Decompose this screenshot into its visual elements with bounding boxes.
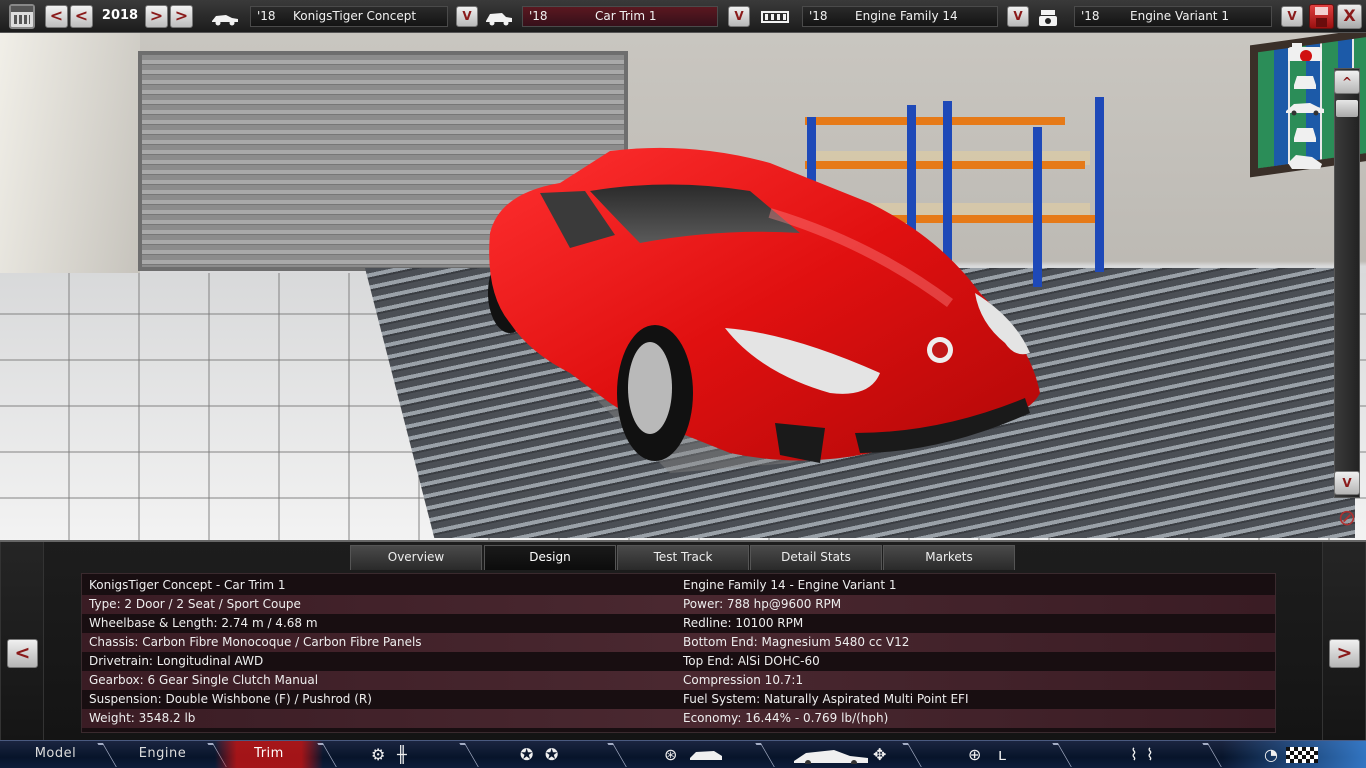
engine-family-name: Engine Family 14 (855, 9, 958, 23)
info-row: Weight: 3548.2 lb Economy: 16.44% - 0.76… (82, 709, 1275, 728)
engine-variant-selector[interactable]: '18 Engine Variant 1 (1074, 6, 1272, 27)
nav-trim[interactable]: Trim (215, 741, 323, 768)
seat-icon[interactable]: ʟ (998, 746, 1006, 764)
chassis-icon[interactable]: ⊛ (664, 746, 677, 764)
car-side-view-icon[interactable] (1284, 97, 1326, 117)
calendar-icon[interactable] (9, 4, 35, 29)
left-side-column: < (0, 542, 44, 740)
economy: Economy: 16.44% - 0.769 lb/(hph) (683, 711, 889, 725)
tab-design[interactable]: Design (484, 545, 616, 570)
car-type: Type: 2 Door / 2 Seat / Sport Coupe (89, 597, 301, 611)
right-side-column: > (1322, 542, 1366, 740)
engine-variant-name: Engine Variant 1 (1130, 9, 1229, 23)
engine-family-icon (761, 11, 789, 23)
engine-variant-year: '18 (1081, 9, 1100, 23)
model-dropdown-button[interactable]: V (456, 6, 478, 27)
engine-summary: Engine Family 14 - Engine Variant 1 (683, 578, 897, 592)
wheel-icon[interactable]: ✪ (520, 746, 533, 764)
year-back-fast-button[interactable]: < (45, 5, 68, 28)
suspension: Suspension: Double Wishbone (F) / Pushro… (89, 692, 372, 706)
tab-test-track[interactable]: Test Track (617, 545, 749, 570)
chassis: Chassis: Carbon Fibre Monocoque / Carbon… (89, 635, 422, 649)
model-selector[interactable]: '18 KonigsTiger Concept (250, 6, 448, 27)
info-row: KonigsTiger Concept - Car Trim 1 Engine … (82, 576, 1275, 595)
car-model-icon (212, 15, 238, 26)
car-model (488, 147, 1041, 473)
info-row: Drivetrain: Longitudinal AWD Top End: Al… (82, 652, 1275, 671)
save-icon[interactable] (1309, 4, 1334, 29)
fuel-system: Fuel System: Naturally Aspirated Multi P… (683, 692, 969, 706)
finish-flag-icon[interactable] (1286, 747, 1318, 765)
panel-prev-button[interactable]: < (7, 639, 38, 668)
engine-family-selector[interactable]: '18 Engine Family 14 (802, 6, 998, 27)
year-display: 2018 (101, 8, 139, 23)
info-row: Wheelbase & Length: 2.74 m / 4.68 m Redl… (82, 614, 1275, 633)
model-name: KonigsTiger Concept (293, 9, 417, 23)
info-row: Type: 2 Door / 2 Seat / Sport Coupe Powe… (82, 595, 1275, 614)
drivetrain: Drivetrain: Longitudinal AWD (89, 654, 264, 668)
top-end: Top End: AlSi DOHC-60 (683, 654, 820, 668)
car-trim-icon (486, 13, 512, 26)
hide-hud-icon[interactable]: ⊘ (1332, 507, 1362, 531)
info-panel: < > Overview Design Test Track Detail St… (0, 540, 1366, 740)
year-back-button[interactable]: < (70, 5, 93, 28)
gauge-icon[interactable]: ◔ (1264, 746, 1278, 764)
camera-icon[interactable] (1284, 41, 1326, 61)
engine-variant-dropdown-button[interactable]: V (1281, 6, 1303, 27)
scroll-thumb[interactable] (1336, 100, 1358, 117)
engine-redline: Redline: 10100 RPM (683, 616, 804, 630)
car-angle-view-icon[interactable] (1284, 151, 1326, 171)
tab-markets[interactable]: Markets (883, 545, 1015, 570)
steering-wheel-icon[interactable]: ⊕ (968, 746, 981, 764)
compression: Compression 10.7:1 (683, 673, 804, 687)
tab-detail-stats[interactable]: Detail Stats (750, 545, 882, 570)
car-rear-view-icon[interactable] (1284, 124, 1326, 144)
top-toolbar: < < 2018 > > '18 KonigsTiger Concept V '… (0, 0, 1366, 33)
trim-name: Car Trim 1 (595, 9, 657, 23)
view-scrollbar[interactable] (1334, 68, 1360, 498)
scroll-up-button[interactable]: ^ (1334, 70, 1360, 94)
suspension-icon[interactable]: ⌇ (1130, 746, 1138, 764)
bottom-end: Bottom End: Magnesium 5480 cc V12 (683, 635, 910, 649)
gearbox: Gearbox: 6 Gear Single Clutch Manual (89, 673, 319, 687)
car-side-icon[interactable] (792, 746, 870, 764)
fan-icon[interactable]: ✥ (873, 746, 886, 764)
trim-selector[interactable]: '18 Car Trim 1 (522, 6, 718, 27)
info-row: Suspension: Double Wishbone (F) / Pushro… (82, 690, 1275, 709)
shock-icon[interactable]: ⌇ (1146, 746, 1154, 764)
car-3d-viewport[interactable]: ^ V ⊘ (0, 33, 1366, 540)
garage-wall (0, 33, 140, 273)
nav-model[interactable]: Model (8, 741, 103, 768)
gearbox-icon[interactable]: ╫ (397, 746, 407, 764)
engine-family-year: '18 (809, 9, 828, 23)
brake-icon[interactable]: ✪ (545, 746, 558, 764)
weight: Weight: 3548.2 lb (89, 711, 196, 725)
design-stage-nav: Model Engine Trim ⚙ ╫ ✪ ✪ ⊛ ✥ ⊕ ʟ ⌇ ⌇ ◔ (0, 740, 1366, 768)
engine-variant-icon (1039, 10, 1057, 26)
scroll-down-button[interactable]: V (1334, 471, 1360, 495)
gear-icon[interactable]: ⚙ (371, 746, 385, 764)
model-year: '18 (257, 9, 276, 23)
trim-year: '18 (529, 9, 548, 23)
close-button[interactable]: X (1337, 4, 1362, 29)
tab-overview[interactable]: Overview (350, 545, 482, 570)
info-row: Chassis: Carbon Fibre Monocoque / Carbon… (82, 633, 1275, 652)
car-body-icon[interactable] (688, 746, 724, 764)
car-front-view-icon[interactable] (1284, 71, 1326, 91)
year-forward-button[interactable]: > (145, 5, 168, 28)
design-summary: KonigsTiger Concept - Car Trim 1 Engine … (81, 573, 1276, 733)
wheelbase-length: Wheelbase & Length: 2.74 m / 4.68 m (89, 616, 318, 630)
panel-next-button[interactable]: > (1329, 639, 1360, 668)
year-forward-fast-button[interactable]: > (170, 5, 193, 28)
trim-dropdown-button[interactable]: V (728, 6, 750, 27)
info-row: Gearbox: 6 Gear Single Clutch Manual Com… (82, 671, 1275, 690)
engine-family-dropdown-button[interactable]: V (1007, 6, 1029, 27)
nav-engine[interactable]: Engine (110, 741, 215, 768)
car-summary: KonigsTiger Concept - Car Trim 1 (89, 578, 286, 592)
engine-power: Power: 788 hp@9600 RPM (683, 597, 842, 611)
